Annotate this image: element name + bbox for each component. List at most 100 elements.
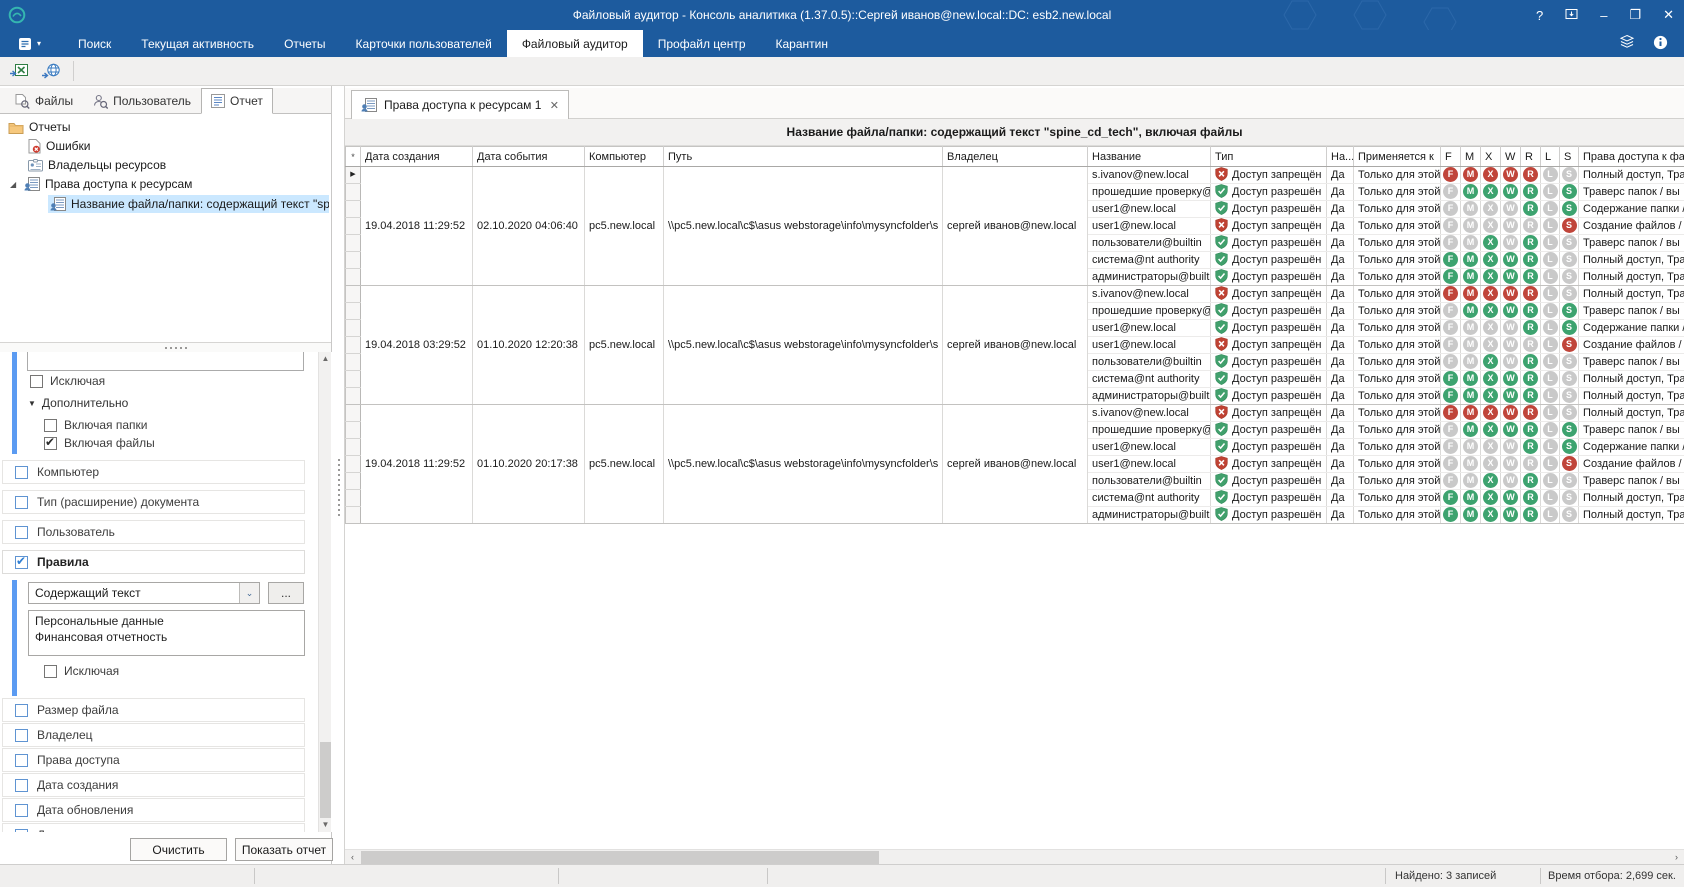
column-header-4[interactable]: Путь <box>664 147 943 167</box>
cell-flag-S[interactable]: S <box>1560 507 1579 524</box>
minimize-button[interactable]: – <box>1600 8 1607 23</box>
cell-inherited[interactable]: Да <box>1327 371 1354 388</box>
rules-exclude-checkbox-row[interactable]: Исключая <box>44 664 119 678</box>
row-selector[interactable] <box>346 184 361 201</box>
cell-flag-M[interactable]: M <box>1461 337 1481 354</box>
cell-rights[interactable]: Полный доступ, Тра <box>1579 490 1684 507</box>
cell-flag-M[interactable]: M <box>1461 490 1481 507</box>
cell-inherited[interactable]: Да <box>1327 439 1354 456</box>
column-header-14[interactable]: R <box>1521 147 1541 167</box>
cell-rights[interactable]: Полный доступ, Тра <box>1579 252 1684 269</box>
cell-flag-X[interactable]: X <box>1481 473 1501 490</box>
checkbox-icon[interactable] <box>15 729 28 742</box>
column-header-12[interactable]: X <box>1481 147 1501 167</box>
cell-access-type[interactable]: Доступ разрешён <box>1211 320 1327 337</box>
cell-flag-M[interactable]: M <box>1461 371 1481 388</box>
cell-flag-X[interactable]: X <box>1481 507 1501 524</box>
filter-section-top-1[interactable]: Тип (расширение) документа <box>2 490 305 514</box>
row-selector[interactable] <box>346 337 361 354</box>
cell-applies-to[interactable]: Только для этой <box>1354 422 1441 439</box>
cell-applies-to[interactable]: Только для этой <box>1354 456 1441 473</box>
rules-textarea[interactable]: Персональные данные Финансовая отчетност… <box>28 610 305 656</box>
row-selector[interactable] <box>346 422 361 439</box>
cell-computer[interactable]: pc5.new.local <box>585 405 664 524</box>
cell-applies-to[interactable]: Только для этой <box>1354 473 1441 490</box>
cell-flag-L[interactable]: L <box>1541 269 1560 286</box>
panel-splitter[interactable] <box>333 86 344 864</box>
cell-access-type[interactable]: Доступ разрешён <box>1211 371 1327 388</box>
cell-flag-S[interactable]: S <box>1560 167 1579 184</box>
cell-flag-S[interactable]: S <box>1560 473 1579 490</box>
cell-name[interactable]: user1@new.local <box>1088 337 1211 354</box>
tray-icon[interactable] <box>1565 8 1578 23</box>
cell-flag-S[interactable]: S <box>1560 456 1579 473</box>
column-header-3[interactable]: Компьютер <box>585 147 664 167</box>
cell-access-type[interactable]: Доступ разрешён <box>1211 252 1327 269</box>
cell-applies-to[interactable]: Только для этой <box>1354 167 1441 184</box>
cell-flag-M[interactable]: M <box>1461 320 1481 337</box>
cell-flag-M[interactable]: M <box>1461 507 1481 524</box>
cell-flag-W[interactable]: W <box>1501 388 1521 405</box>
column-header-15[interactable]: L <box>1541 147 1560 167</box>
cell-flag-R[interactable]: R <box>1521 184 1541 201</box>
cell-access-type[interactable]: Доступ запрещён <box>1211 218 1327 235</box>
filter-section-bottom-5[interactable]: Дата доступа <box>2 823 305 832</box>
cell-inherited[interactable]: Да <box>1327 184 1354 201</box>
cell-flag-M[interactable]: M <box>1461 252 1481 269</box>
cell-flag-L[interactable]: L <box>1541 422 1560 439</box>
cell-flag-M[interactable]: M <box>1461 286 1481 303</box>
clear-button[interactable]: Очистить <box>130 838 227 861</box>
cell-flag-W[interactable]: W <box>1501 201 1521 218</box>
cell-flag-F[interactable]: F <box>1441 354 1461 371</box>
row-selector[interactable] <box>346 371 361 388</box>
cell-flag-M[interactable]: M <box>1461 422 1481 439</box>
cell-access-type[interactable]: Доступ запрещён <box>1211 337 1327 354</box>
cell-created[interactable]: 19.04.2018 03:29:52 <box>361 286 473 405</box>
cell-flag-S[interactable]: S <box>1560 286 1579 303</box>
ribbon-tab-2[interactable]: Отчеты <box>269 30 340 57</box>
cell-flag-F[interactable]: F <box>1441 286 1461 303</box>
cell-flag-F[interactable]: F <box>1441 201 1461 218</box>
cell-flag-L[interactable]: L <box>1541 388 1560 405</box>
cell-applies-to[interactable]: Только для этой <box>1354 354 1441 371</box>
cell-flag-L[interactable]: L <box>1541 252 1560 269</box>
cell-flag-W[interactable]: W <box>1501 320 1521 337</box>
scrollbar-thumb[interactable] <box>320 742 331 818</box>
cell-computer[interactable]: pc5.new.local <box>585 286 664 405</box>
cell-flag-W[interactable]: W <box>1501 184 1521 201</box>
show-report-button[interactable]: Показать отчет <box>235 838 333 861</box>
table-row[interactable]: 19.04.2018 11:29:5201.10.2020 20:17:38pc… <box>346 405 1684 422</box>
cell-access-type[interactable]: Доступ разрешён <box>1211 184 1327 201</box>
column-header-13[interactable]: W <box>1501 147 1521 167</box>
cell-flag-R[interactable]: R <box>1521 286 1541 303</box>
cell-inherited[interactable]: Да <box>1327 337 1354 354</box>
cell-flag-R[interactable]: R <box>1521 337 1541 354</box>
row-selector[interactable] <box>346 235 361 252</box>
export-excel-button[interactable] <box>7 60 31 82</box>
cell-access-type[interactable]: Доступ запрещён <box>1211 456 1327 473</box>
cell-rights[interactable]: Полный доступ, Тра <box>1579 286 1684 303</box>
row-selector[interactable] <box>346 405 361 422</box>
column-header-1[interactable]: Дата создания <box>361 147 473 167</box>
cell-flag-L[interactable]: L <box>1541 184 1560 201</box>
cell-flag-S[interactable]: S <box>1560 201 1579 218</box>
filter-section-rules[interactable]: Правила <box>2 550 305 574</box>
tab-close-icon[interactable]: ✕ <box>550 99 559 112</box>
cell-flag-S[interactable]: S <box>1560 439 1579 456</box>
cell-flag-S[interactable]: S <box>1560 320 1579 337</box>
column-header-16[interactable]: S <box>1560 147 1579 167</box>
checkbox-icon[interactable] <box>44 419 57 432</box>
cell-access-type[interactable]: Доступ разрешён <box>1211 201 1327 218</box>
cell-flag-R[interactable]: R <box>1521 320 1541 337</box>
cell-flag-S[interactable]: S <box>1560 303 1579 320</box>
cell-flag-F[interactable]: F <box>1441 388 1461 405</box>
cell-flag-F[interactable]: F <box>1441 456 1461 473</box>
row-selector[interactable] <box>346 201 361 218</box>
cell-flag-L[interactable]: L <box>1541 235 1560 252</box>
cell-flag-W[interactable]: W <box>1501 371 1521 388</box>
cell-flag-F[interactable]: F <box>1441 405 1461 422</box>
cell-inherited[interactable]: Да <box>1327 201 1354 218</box>
cell-flag-W[interactable]: W <box>1501 507 1521 524</box>
cell-owner[interactable]: сергей иванов@new.local <box>943 167 1088 286</box>
cell-applies-to[interactable]: Только для этой <box>1354 371 1441 388</box>
